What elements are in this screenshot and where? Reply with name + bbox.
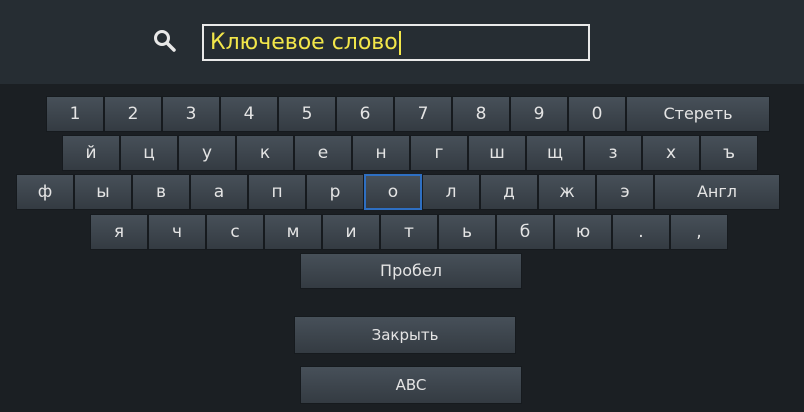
key-ж[interactable]: ж <box>538 174 596 210</box>
key-9[interactable]: 9 <box>510 96 568 132</box>
key-т[interactable]: т <box>380 214 438 250</box>
key-а[interactable]: а <box>190 174 248 210</box>
search-bar: Ключевое слово <box>0 0 804 85</box>
key-ы[interactable]: ы <box>74 174 132 210</box>
key-7[interactable]: 7 <box>394 96 452 132</box>
key-в[interactable]: в <box>132 174 190 210</box>
key-ф[interactable]: ф <box>16 174 74 210</box>
key-3[interactable]: 3 <box>162 96 220 132</box>
key-з[interactable]: з <box>584 135 642 171</box>
key-м[interactable]: м <box>264 214 322 250</box>
key-й[interactable]: й <box>62 135 120 171</box>
key-д[interactable]: д <box>480 174 538 210</box>
text-caret <box>398 31 401 55</box>
key-с[interactable]: с <box>206 214 264 250</box>
key-э[interactable]: э <box>596 174 654 210</box>
key-у[interactable]: у <box>178 135 236 171</box>
key-1[interactable]: 1 <box>46 96 104 132</box>
key-х[interactable]: х <box>642 135 700 171</box>
key-г[interactable]: г <box>410 135 468 171</box>
key-4[interactable]: 4 <box>220 96 278 132</box>
key-ь[interactable]: ь <box>438 214 496 250</box>
key-п[interactable]: п <box>248 174 306 210</box>
key-о[interactable]: о <box>364 174 422 210</box>
close-button[interactable]: Закрыть <box>294 316 516 354</box>
key-ш[interactable]: ш <box>468 135 526 171</box>
key-period[interactable]: . <box>612 214 670 250</box>
key-р[interactable]: р <box>306 174 364 210</box>
search-icon <box>154 30 176 52</box>
on-screen-keyboard-screen: Ключевое слово 1 2 3 4 5 6 7 8 9 0 Стереть й ц у к е н г ш… <box>0 0 804 412</box>
abc-mode-button[interactable]: ABC <box>300 366 522 404</box>
keyboard: 1 2 3 4 5 6 7 8 9 0 Стереть й ц у к е н г ш щ з х ъ ф ы в а п р о л д ж э… <box>0 84 804 412</box>
key-л[interactable]: л <box>422 174 480 210</box>
search-input-text: Ключевое слово <box>210 28 401 58</box>
key-н[interactable]: н <box>352 135 410 171</box>
key-б[interactable]: б <box>496 214 554 250</box>
key-ц[interactable]: ц <box>120 135 178 171</box>
key-е[interactable]: е <box>294 135 352 171</box>
key-6[interactable]: 6 <box>336 96 394 132</box>
key-2[interactable]: 2 <box>104 96 162 132</box>
key-ю[interactable]: ю <box>554 214 612 250</box>
key-0[interactable]: 0 <box>568 96 626 132</box>
key-comma[interactable]: , <box>670 214 728 250</box>
language-switch-button[interactable]: Англ <box>654 174 780 210</box>
key-щ[interactable]: щ <box>526 135 584 171</box>
key-ч[interactable]: ч <box>148 214 206 250</box>
key-к[interactable]: к <box>236 135 294 171</box>
key-и[interactable]: и <box>322 214 380 250</box>
key-ъ[interactable]: ъ <box>700 135 758 171</box>
key-5[interactable]: 5 <box>278 96 336 132</box>
key-8[interactable]: 8 <box>452 96 510 132</box>
erase-key-button[interactable]: Стереть <box>626 96 770 132</box>
key-я[interactable]: я <box>90 214 148 250</box>
search-input[interactable]: Ключевое слово <box>202 24 590 61</box>
space-bar-button[interactable]: Пробел <box>300 253 522 289</box>
